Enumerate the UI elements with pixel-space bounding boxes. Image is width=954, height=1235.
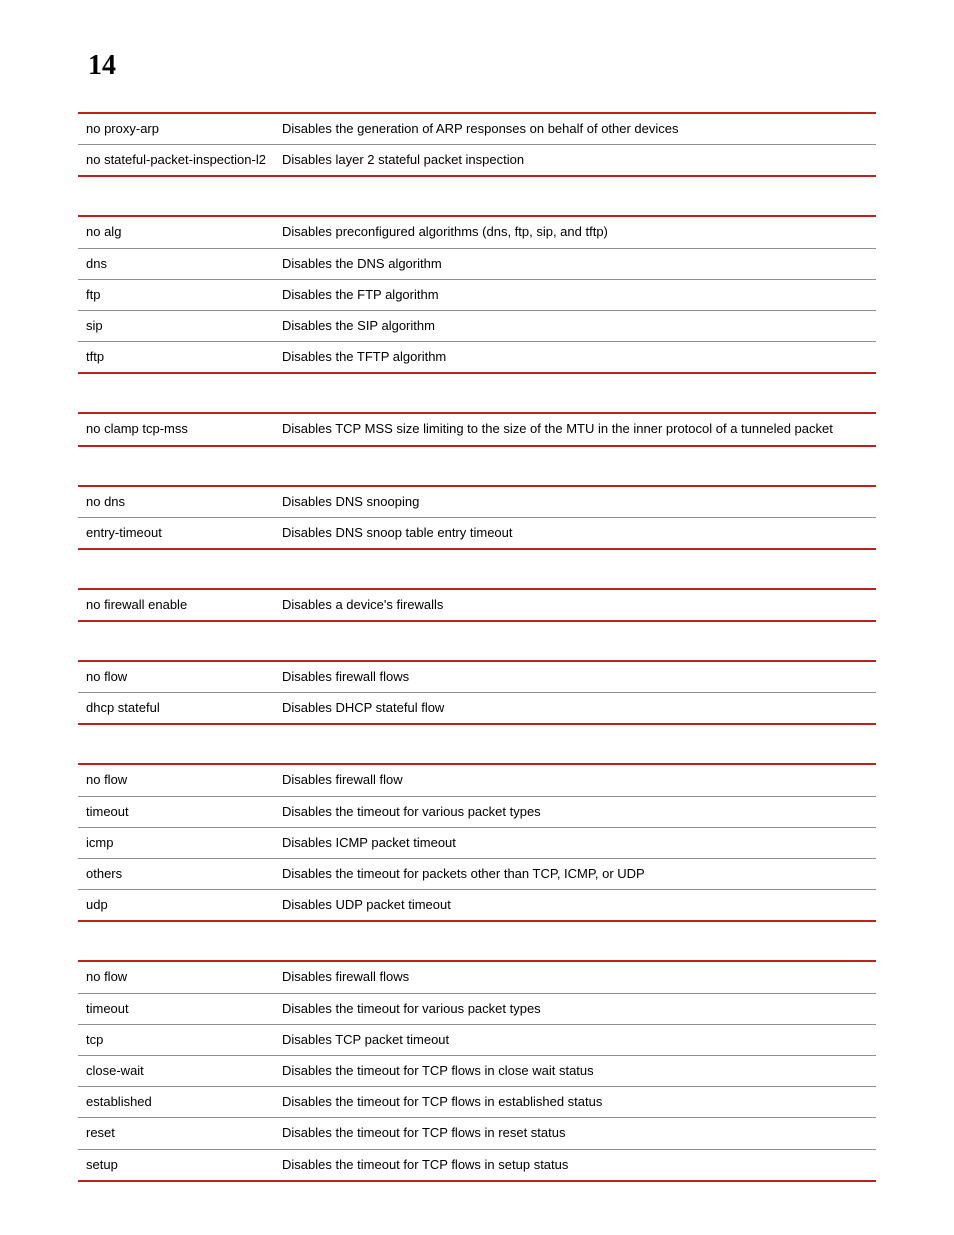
parameter-cell: timeout <box>78 993 274 1024</box>
reference-table: no algDisables preconfigured algorithms … <box>78 215 876 374</box>
table-row: close-waitDisables the timeout for TCP f… <box>78 1055 876 1086</box>
table-row: sipDisables the SIP algorithm <box>78 310 876 341</box>
reference-table: no proxy-arpDisables the generation of A… <box>78 112 876 177</box>
table-row: setupDisables the timeout for TCP flows … <box>78 1149 876 1181</box>
parameter-cell: dhcp stateful <box>78 693 274 725</box>
table-row: timeoutDisables the timeout for various … <box>78 796 876 827</box>
table-row: dhcp statefulDisables DHCP stateful flow <box>78 693 876 725</box>
parameter-cell: dns <box>78 248 274 279</box>
reference-table: no firewall enableDisables a device's fi… <box>78 588 876 622</box>
description-cell: Disables the timeout for TCP flows in es… <box>274 1087 876 1118</box>
description-cell: Disables layer 2 stateful packet inspect… <box>274 145 876 177</box>
description-cell: Disables firewall flow <box>274 764 876 796</box>
description-cell: Disables DNS snooping <box>274 486 876 518</box>
table-row: establishedDisables the timeout for TCP … <box>78 1087 876 1118</box>
table-row: no proxy-arpDisables the generation of A… <box>78 113 876 145</box>
parameter-cell: tcp <box>78 1024 274 1055</box>
table-row: no firewall enableDisables a device's fi… <box>78 589 876 621</box>
description-cell: Disables the DNS algorithm <box>274 248 876 279</box>
parameter-cell: no stateful-packet-inspection-l2 <box>78 145 274 177</box>
table-row: no algDisables preconfigured algorithms … <box>78 216 876 248</box>
description-cell: Disables the timeout for packets other t… <box>274 859 876 890</box>
description-cell: Disables ICMP packet timeout <box>274 827 876 858</box>
description-cell: Disables DHCP stateful flow <box>274 693 876 725</box>
parameter-cell: tftp <box>78 342 274 374</box>
description-cell: Disables the timeout for TCP flows in se… <box>274 1149 876 1181</box>
description-cell: Disables firewall flows <box>274 961 876 993</box>
table-row: tcpDisables TCP packet timeout <box>78 1024 876 1055</box>
table-row: no flowDisables firewall flows <box>78 961 876 993</box>
description-cell: Disables the generation of ARP responses… <box>274 113 876 145</box>
tables-container: no proxy-arpDisables the generation of A… <box>78 112 876 1182</box>
parameter-cell: no flow <box>78 764 274 796</box>
parameter-cell: no clamp tcp-mss <box>78 413 274 445</box>
table-row: othersDisables the timeout for packets o… <box>78 859 876 890</box>
parameter-cell: no proxy-arp <box>78 113 274 145</box>
parameter-cell: udp <box>78 890 274 922</box>
reference-table: no clamp tcp-mssDisables TCP MSS size li… <box>78 412 876 446</box>
table-row: no stateful-packet-inspection-l2Disables… <box>78 145 876 177</box>
table-row: no flowDisables firewall flows <box>78 661 876 693</box>
reference-table: no flowDisables firewall flowstimeoutDis… <box>78 960 876 1181</box>
parameter-cell: icmp <box>78 827 274 858</box>
table-row: no clamp tcp-mssDisables TCP MSS size li… <box>78 413 876 445</box>
description-cell: Disables the TFTP algorithm <box>274 342 876 374</box>
parameter-cell: setup <box>78 1149 274 1181</box>
parameter-cell: sip <box>78 310 274 341</box>
table-row: no dnsDisables DNS snooping <box>78 486 876 518</box>
table-row: no flowDisables firewall flow <box>78 764 876 796</box>
table-row: timeoutDisables the timeout for various … <box>78 993 876 1024</box>
table-row: resetDisables the timeout for TCP flows … <box>78 1118 876 1149</box>
description-cell: Disables the FTP algorithm <box>274 279 876 310</box>
description-cell: Disables TCP MSS size limiting to the si… <box>274 413 876 445</box>
description-cell: Disables the timeout for TCP flows in re… <box>274 1118 876 1149</box>
page-number: 14 <box>88 50 876 82</box>
parameter-cell: no flow <box>78 961 274 993</box>
description-cell: Disables firewall flows <box>274 661 876 693</box>
table-row: icmpDisables ICMP packet timeout <box>78 827 876 858</box>
description-cell: Disables TCP packet timeout <box>274 1024 876 1055</box>
parameter-cell: no alg <box>78 216 274 248</box>
reference-table: no flowDisables firewall flowtimeoutDisa… <box>78 763 876 922</box>
parameter-cell: no dns <box>78 486 274 518</box>
reference-table: no flowDisables firewall flowsdhcp state… <box>78 660 876 725</box>
table-row: tftpDisables the TFTP algorithm <box>78 342 876 374</box>
table-row: dnsDisables the DNS algorithm <box>78 248 876 279</box>
description-cell: Disables UDP packet timeout <box>274 890 876 922</box>
parameter-cell: entry-timeout <box>78 517 274 549</box>
parameter-cell: established <box>78 1087 274 1118</box>
description-cell: Disables DNS snoop table entry timeout <box>274 517 876 549</box>
description-cell: Disables the timeout for various packet … <box>274 796 876 827</box>
parameter-cell: reset <box>78 1118 274 1149</box>
page: 14 no proxy-arpDisables the generation o… <box>0 0 954 1235</box>
reference-table: no dnsDisables DNS snoopingentry-timeout… <box>78 485 876 550</box>
parameter-cell: no firewall enable <box>78 589 274 621</box>
description-cell: Disables the SIP algorithm <box>274 310 876 341</box>
description-cell: Disables a device's firewalls <box>274 589 876 621</box>
table-row: ftpDisables the FTP algorithm <box>78 279 876 310</box>
description-cell: Disables the timeout for various packet … <box>274 993 876 1024</box>
parameter-cell: ftp <box>78 279 274 310</box>
table-row: udpDisables UDP packet timeout <box>78 890 876 922</box>
description-cell: Disables the timeout for TCP flows in cl… <box>274 1055 876 1086</box>
table-row: entry-timeoutDisables DNS snoop table en… <box>78 517 876 549</box>
parameter-cell: close-wait <box>78 1055 274 1086</box>
parameter-cell: timeout <box>78 796 274 827</box>
parameter-cell: no flow <box>78 661 274 693</box>
description-cell: Disables preconfigured algorithms (dns, … <box>274 216 876 248</box>
parameter-cell: others <box>78 859 274 890</box>
